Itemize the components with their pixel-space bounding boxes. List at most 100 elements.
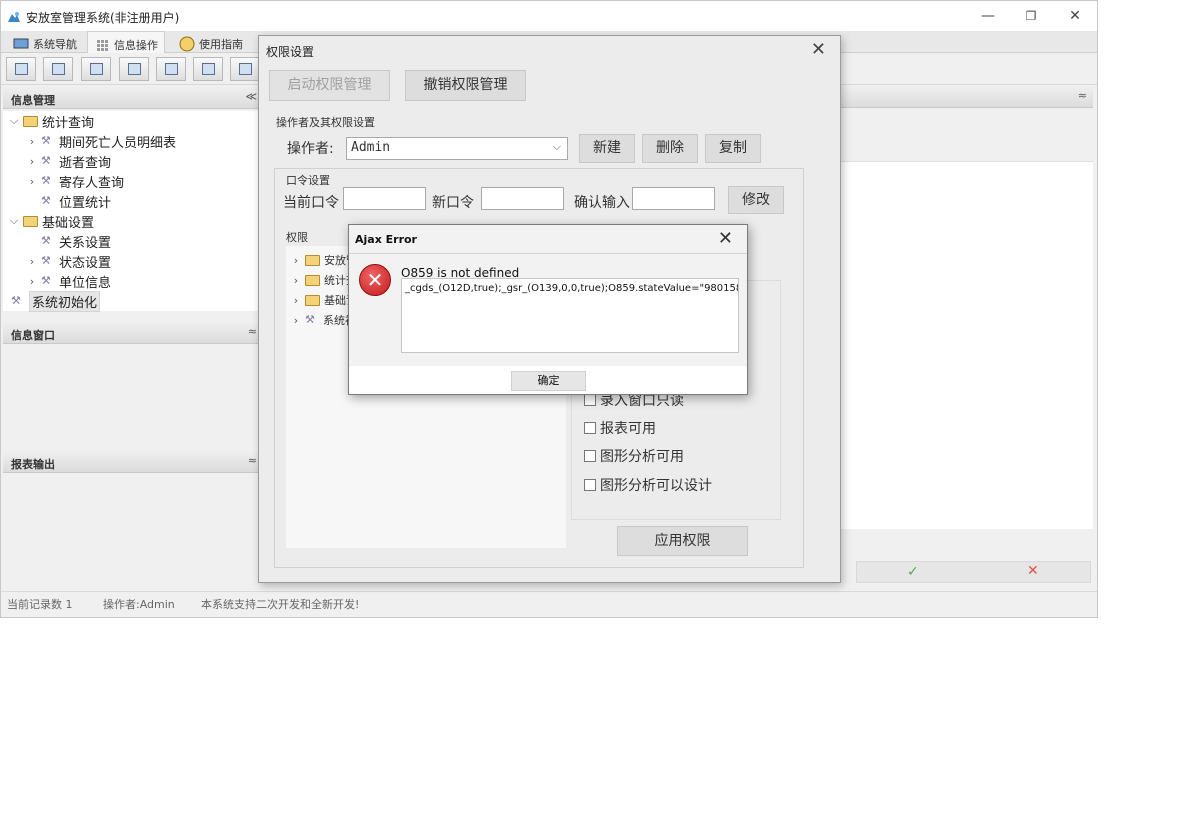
- ok-button[interactable]: 确定: [511, 371, 586, 391]
- new-operator-button[interactable]: 新建: [579, 134, 635, 163]
- operator-select[interactable]: Admin ⌵: [346, 137, 568, 160]
- checkbox-box[interactable]: [584, 394, 596, 406]
- tool-icon: ⚒: [305, 313, 315, 326]
- close-error-button[interactable]: ✕: [718, 228, 733, 249]
- confirm-password-input[interactable]: [632, 187, 715, 210]
- new-password-label: 新口令: [432, 195, 474, 211]
- report-output-header: 报表输出 ≈: [3, 451, 261, 473]
- tree-node-basic-settings[interactable]: ⌵ 基础设置: [9, 211, 94, 231]
- new-password-input[interactable]: [481, 187, 564, 210]
- current-password-input[interactable]: [343, 187, 426, 210]
- tool-icon: ⚒: [41, 174, 51, 187]
- export-tool-button[interactable]: [193, 57, 223, 81]
- tab-label: 使用指南: [199, 37, 243, 51]
- cancel-x-icon[interactable]: ✕: [1027, 563, 1039, 579]
- error-footer: 确定: [349, 366, 747, 394]
- right-panel-header: ≈: [841, 86, 1093, 108]
- tree-label: 寄存人查询: [59, 175, 125, 191]
- checkbox-box[interactable]: [584, 450, 596, 462]
- chevron-down-icon[interactable]: ⌵: [9, 114, 19, 128]
- tab-system-nav[interactable]: 系统导航: [5, 31, 83, 53]
- chevron-right-icon[interactable]: ›: [291, 254, 301, 267]
- operator-value: Admin: [351, 140, 391, 155]
- tree-node-deceased-query[interactable]: › ⚒ 逝者查询: [27, 151, 111, 171]
- tree-node-system-init[interactable]: ⚒ 系统初始化: [11, 290, 101, 312]
- collapse-left-icon[interactable]: ≪: [245, 90, 257, 103]
- chevron-right-icon[interactable]: ›: [27, 135, 37, 148]
- tree-node-relation-settings[interactable]: ⚒ 关系设置: [27, 231, 111, 251]
- collapse-right-icon[interactable]: ≈: [1078, 89, 1087, 102]
- preview-tool-button[interactable]: [156, 57, 186, 81]
- clock-icon: [179, 36, 195, 51]
- graph-analysis-checkbox[interactable]: 图形分析可用: [584, 447, 684, 465]
- tree-node-location-stats[interactable]: ⚒ 位置统计: [27, 191, 111, 211]
- chevron-right-icon[interactable]: ›: [27, 275, 37, 288]
- chevron-right-icon[interactable]: ›: [291, 274, 301, 287]
- error-detail-box[interactable]: _cgds_(O12D,true);_gsr_(O139,0,0,true);O…: [401, 278, 739, 353]
- folder-icon: [23, 115, 38, 127]
- collapse-icon[interactable]: ≈: [248, 325, 257, 338]
- export-icon: [202, 63, 215, 75]
- panel-title: 信息管理: [11, 94, 55, 107]
- grid-icon: [97, 39, 108, 51]
- password-section-label: 口令设置: [286, 174, 330, 187]
- tree-label: 单位信息: [59, 275, 112, 291]
- tree-label: 系统初始化: [29, 290, 101, 312]
- tree-label: 逝者查询: [59, 155, 112, 171]
- minimize-button[interactable]: —: [968, 5, 1008, 27]
- tool-icon: ⚒: [41, 154, 51, 167]
- graph-design-checkbox[interactable]: 图形分析可以设计: [584, 476, 712, 494]
- revoke-permission-button[interactable]: 撤销权限管理: [405, 70, 526, 101]
- tree-node-status-settings[interactable]: › ⚒ 状态设置: [27, 251, 111, 271]
- modify-password-button[interactable]: 修改: [728, 186, 784, 214]
- tree-node-statistics-query[interactable]: ⌵ 统计查询: [9, 111, 94, 131]
- folder-icon: [23, 215, 38, 227]
- form-tool-button[interactable]: [230, 57, 260, 81]
- user-tool-button[interactable]: [119, 57, 149, 81]
- apply-permission-button[interactable]: 应用权限: [617, 526, 748, 556]
- folder-icon: [305, 274, 320, 286]
- tab-label: 系统导航: [33, 37, 77, 51]
- tab-label: 信息操作: [114, 38, 158, 52]
- document-tool-button[interactable]: [81, 57, 111, 81]
- tab-user-guide[interactable]: 使用指南: [171, 31, 249, 53]
- chevron-right-icon[interactable]: ›: [291, 314, 301, 327]
- confirm-check-icon[interactable]: ✓: [907, 564, 919, 580]
- error-icon: ✕: [359, 264, 391, 296]
- restore-button[interactable]: ❐: [1011, 5, 1051, 27]
- operator-section-label: 操作者及其权限设置: [276, 116, 375, 129]
- tree-label: 状态设置: [59, 255, 112, 271]
- tree-label: 统计查询: [42, 115, 95, 131]
- notice-text: 本系统支持二次开发和全新开发!: [201, 598, 360, 611]
- list-icon: [52, 63, 65, 75]
- tree-node-death-detail[interactable]: › ⚒ 期间死亡人员明细表: [27, 131, 176, 151]
- delete-operator-button[interactable]: 删除: [642, 134, 698, 163]
- tree-node-unit-info[interactable]: › ⚒ 单位信息: [27, 271, 111, 291]
- copy-operator-button[interactable]: 复制: [705, 134, 761, 163]
- collapse-icon[interactable]: ≈: [248, 454, 257, 467]
- close-window-button[interactable]: ✕: [1055, 5, 1095, 27]
- chevron-down-icon[interactable]: ⌵: [9, 214, 19, 228]
- monitor-icon: [13, 38, 29, 48]
- checkbox-box[interactable]: [584, 422, 596, 434]
- perm-node-4[interactable]: › ⚒ 系统初: [291, 311, 356, 329]
- chevron-right-icon[interactable]: ›: [27, 155, 37, 168]
- search-tool-button[interactable]: [6, 57, 36, 81]
- chevron-right-icon[interactable]: ›: [27, 255, 37, 268]
- start-permission-button[interactable]: 启动权限管理: [269, 70, 390, 101]
- close-dialog-button[interactable]: ✕: [811, 39, 826, 60]
- report-enabled-checkbox[interactable]: 报表可用: [584, 419, 656, 437]
- list-tool-button[interactable]: [43, 57, 73, 81]
- window-title: 安放室管理系统(非注册用户): [26, 11, 180, 25]
- tool-icon: ⚒: [41, 234, 51, 247]
- right-panel-content: [841, 161, 1093, 529]
- chevron-down-icon: ⌵: [552, 140, 561, 153]
- info-window-header: 信息窗口 ≈: [3, 322, 261, 344]
- checkbox-box[interactable]: [584, 479, 596, 491]
- error-body: ✕ O859 is not defined _cgds_(O12D,true);…: [349, 253, 747, 365]
- tree-label: 期间死亡人员明细表: [59, 135, 177, 151]
- chevron-right-icon[interactable]: ›: [27, 175, 37, 188]
- chevron-right-icon[interactable]: ›: [291, 294, 301, 307]
- tree-node-depositor-query[interactable]: › ⚒ 寄存人查询: [27, 171, 124, 191]
- tab-info-operation[interactable]: 信息操作: [87, 31, 165, 54]
